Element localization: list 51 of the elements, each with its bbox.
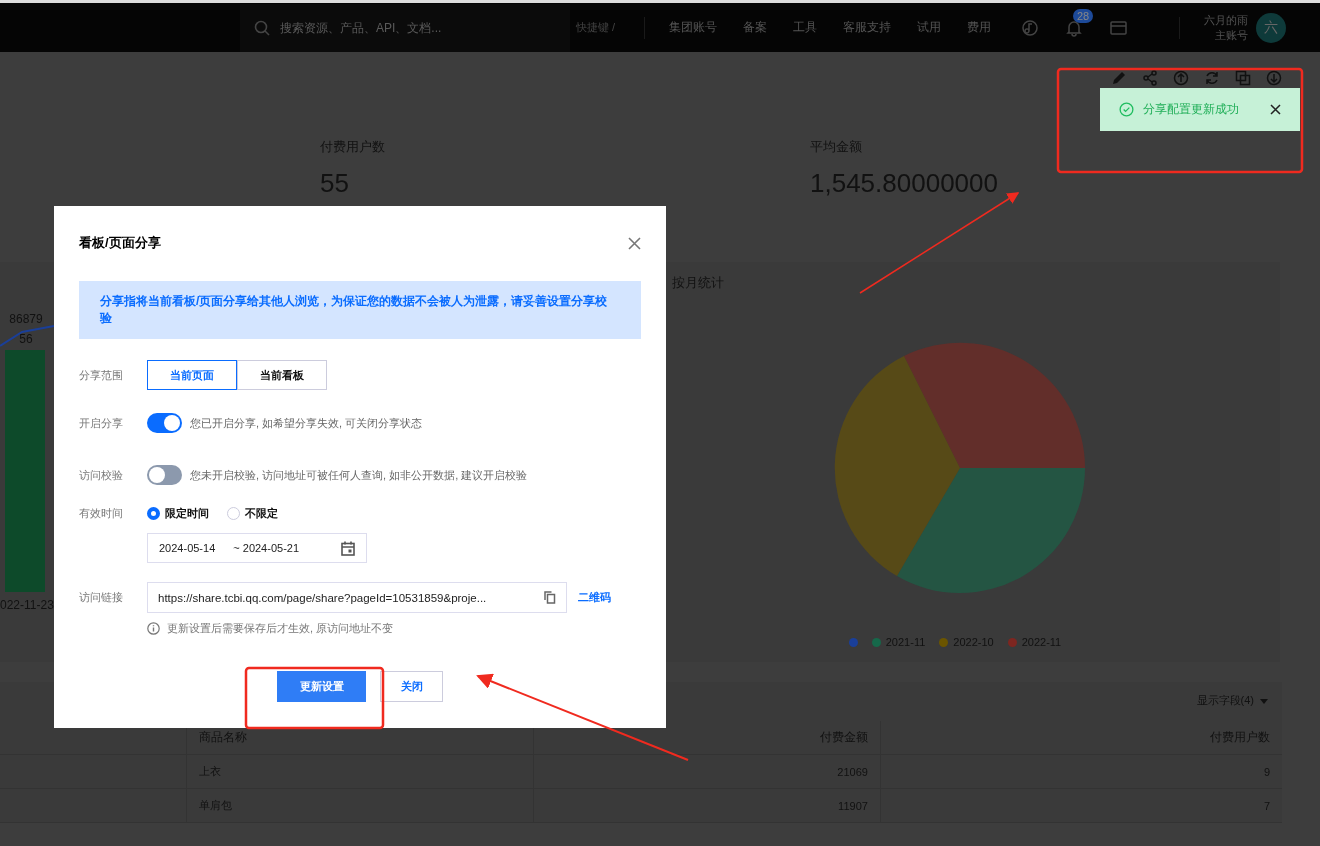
- radio-label[interactable]: 限定时间: [165, 506, 209, 521]
- nav-link[interactable]: 费用: [967, 19, 991, 36]
- date-range-field[interactable]: 2024-05-14 ~ 2024-05-21: [147, 533, 367, 563]
- search-icon: [254, 19, 270, 36]
- field-label: 访问链接: [79, 590, 124, 605]
- notification-badge: 28: [1073, 8, 1094, 23]
- toggle-hint: 您已开启分享, 如希望分享失效, 可关闭分享状态: [190, 415, 423, 431]
- nav-link[interactable]: 客服支持: [843, 19, 891, 36]
- scope-tab[interactable]: 当前页面: [147, 360, 237, 390]
- refresh-icon[interactable]: [1204, 70, 1220, 86]
- toggle-switch[interactable]: [147, 413, 182, 433]
- download-icon[interactable]: [1266, 70, 1282, 86]
- upload-icon[interactable]: [1173, 70, 1189, 86]
- field-label: 开启分享: [79, 415, 124, 431]
- radio-button[interactable]: [147, 507, 160, 520]
- scope-tab[interactable]: 当前看板: [237, 360, 327, 390]
- calendar-icon: [341, 540, 355, 556]
- dialog-title: 看板/页面分享: [79, 234, 161, 252]
- info-note: 更新设置后需要保存后才生效, 原访问地址不变: [167, 621, 394, 636]
- nav-link[interactable]: 集团账号: [669, 19, 717, 36]
- nav-link[interactable]: 试用: [917, 19, 941, 36]
- close-icon[interactable]: [1270, 104, 1281, 115]
- card-icon[interactable]: [1109, 18, 1129, 37]
- account-type: 主账号: [1215, 27, 1248, 43]
- toggle-hint: 您未开启校验, 访问地址可被任何人查询, 如非公开数据, 建议开启校验: [190, 467, 528, 483]
- nav-link[interactable]: 备案: [743, 19, 767, 36]
- field-label: 有效时间: [79, 506, 124, 521]
- toggle-switch[interactable]: [147, 465, 182, 485]
- info-icon: [147, 622, 160, 635]
- info-banner: 分享指将当前看板/页面分享给其他人浏览，为保证您的数据不会被人为泄露，请妥善设置分享校验: [79, 281, 641, 339]
- music-note-icon[interactable]: [1021, 18, 1039, 37]
- user-name: 六月的雨: [1204, 12, 1248, 28]
- nav-link[interactable]: 工具: [793, 19, 817, 36]
- check-circle-icon: [1119, 102, 1134, 117]
- user-avatar[interactable]: 六: [1256, 12, 1286, 43]
- bell-icon[interactable]: [1065, 18, 1083, 37]
- update-settings-button[interactable]: 更新设置: [277, 671, 366, 702]
- edit-icon[interactable]: [1111, 70, 1127, 86]
- toast-message: 分享配置更新成功: [1143, 101, 1240, 118]
- share-icon[interactable]: [1142, 70, 1158, 86]
- close-button[interactable]: 关闭: [380, 671, 443, 702]
- link-field[interactable]: https://share.tcbi.qq.com/page/share?pageId=10531859&proje...: [147, 582, 567, 613]
- field-label: 访问校验: [79, 467, 124, 483]
- radio-label[interactable]: 不限定: [245, 506, 278, 521]
- caret-icon: [1260, 698, 1268, 704]
- field-label: 分享范围: [79, 367, 124, 383]
- trend-line: [0, 325, 55, 347]
- search-field[interactable]: 搜索资源、产品、API、文档...: [278, 19, 562, 36]
- copy-icon[interactable]: [544, 591, 556, 604]
- qr-code-link[interactable]: 二维码: [578, 590, 611, 605]
- search-box[interactable]: 搜索资源、产品、API、文档...: [240, 3, 570, 52]
